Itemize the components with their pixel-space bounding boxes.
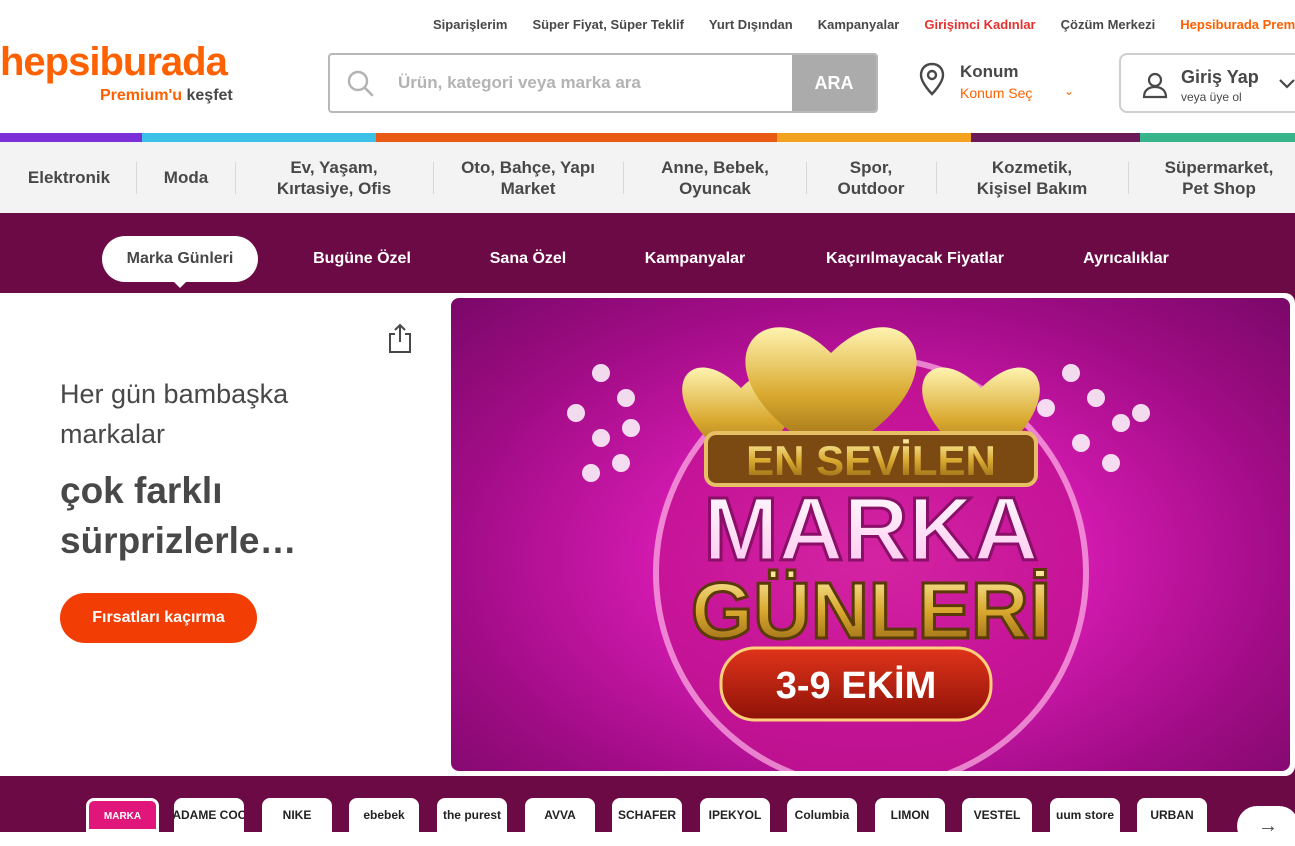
divider: [433, 162, 434, 194]
hero-cta-button[interactable]: Fırsatları kaçırma: [60, 593, 257, 643]
brand-tile[interactable]: Columbia: [787, 798, 857, 832]
location-selector[interactable]: Konum Konum Seç ⌄: [918, 62, 1074, 101]
tab-bugune-ozel[interactable]: Bugüne Özel: [292, 236, 432, 282]
toplink-help-center[interactable]: Çözüm Merkezi: [1061, 17, 1156, 32]
category-sport[interactable]: Spor, Outdoor: [810, 142, 932, 213]
login-button[interactable]: Giriş Yap veya üye ol: [1119, 53, 1295, 113]
toplink-orders[interactable]: Siparişlerim: [433, 17, 507, 32]
search-input[interactable]: [390, 55, 792, 111]
colorbar-segment: [1140, 133, 1295, 142]
search-button[interactable]: ARA: [792, 55, 876, 111]
brand-strip: MARKA MADAME COCO NIKE ebebek the purest…: [0, 798, 1295, 832]
toplink-super-price[interactable]: Süper Fiyat, Süper Teklif: [532, 17, 683, 32]
toplink-women-entrepreneurs[interactable]: Girişimci Kadınlar: [924, 17, 1035, 32]
brand-tile[interactable]: the purest: [437, 798, 507, 832]
premium-link[interactable]: Premium'u keşfet: [100, 87, 233, 105]
divider: [235, 162, 236, 194]
banner-dates: 3-9 EKİM: [776, 665, 936, 707]
site-logo[interactable]: hepsiburada: [0, 40, 228, 84]
category-auto[interactable]: Oto, Bahçe, Yapı Market: [438, 142, 618, 213]
banner-line3: GÜNLERİ: [691, 566, 1051, 655]
arrow-right-icon: →: [1258, 814, 1278, 837]
premium-rest: keşfet: [186, 87, 233, 104]
category-color-bar: [0, 133, 1295, 142]
category-electronics[interactable]: Elektronik: [14, 142, 124, 213]
login-title: Giriş Yap: [1181, 67, 1259, 87]
toplink-premium[interactable]: Hepsiburada Premium: [1180, 17, 1295, 32]
location-subtitle: Konum Seç: [960, 85, 1033, 101]
toplink-campaigns[interactable]: Kampanyalar: [818, 17, 900, 32]
share-icon[interactable]: [387, 322, 413, 359]
category-supermarket[interactable]: Süpermarket, Pet Shop: [1134, 142, 1295, 213]
brand-tile[interactable]: SCHAFER: [612, 798, 682, 832]
brand-tile[interactable]: NIKE: [262, 798, 332, 832]
colorbar-segment: [777, 133, 971, 142]
brand-tile[interactable]: uum store: [1050, 798, 1120, 832]
colorbar-segment: [376, 133, 777, 142]
hero-banner-image[interactable]: EN SEVİLEN MARKA GÜNLERİ 3-9 EKİM: [451, 298, 1290, 771]
brand-tile[interactable]: LIMON: [875, 798, 945, 832]
tab-ayricaliklar[interactable]: Ayrıcalıklar: [1064, 236, 1188, 282]
category-cosmetics[interactable]: Kozmetik, Kişisel Bakım: [940, 142, 1124, 213]
tab-kampanyalar[interactable]: Kampanyalar: [627, 236, 763, 282]
divider: [623, 162, 624, 194]
login-subtitle: veya üye ol: [1181, 90, 1242, 104]
brand-tile[interactable]: VESTEL: [962, 798, 1032, 832]
tab-kacirilmayacak-fiyatlar[interactable]: Kaçırılmayacak Fiyatlar: [806, 236, 1024, 282]
chevron-down-icon: ⌄: [1064, 84, 1075, 98]
brand-tile[interactable]: MARKA: [86, 798, 159, 832]
divider: [936, 162, 937, 194]
category-fashion[interactable]: Moda: [140, 142, 232, 213]
brand-tile[interactable]: MADAME COCO: [174, 798, 244, 832]
tab-marka-gunleri[interactable]: Marka Günleri: [102, 236, 258, 288]
banner-line1: EN SEVİLEN: [746, 437, 996, 484]
hero-title: çok farklı sürprizlerle…: [60, 470, 297, 561]
banner-line2: MARKA: [704, 480, 1039, 580]
category-nav: Elektronik Moda Ev, Yaşam, Kırtasiye, Of…: [0, 142, 1295, 213]
tab-sana-ozel[interactable]: Sana Özel: [470, 236, 586, 282]
location-title: Konum: [960, 62, 1019, 81]
location-pin-icon: [918, 62, 946, 101]
chevron-down-icon: [1277, 73, 1295, 98]
top-links: Siparişlerim Süper Fiyat, Süper Teklif Y…: [433, 17, 1295, 32]
category-baby[interactable]: Anne, Bebek, Oyuncak: [628, 142, 802, 213]
colorbar-segment: [0, 133, 142, 142]
toplink-abroad[interactable]: Yurt Dışından: [709, 17, 793, 32]
hero-tabs: Marka Günleri Bugüne Özel Sana Özel Kamp…: [0, 236, 1295, 288]
next-arrow-button[interactable]: →: [1237, 806, 1295, 846]
brand-tile[interactable]: IPEKYOL: [700, 798, 770, 832]
brand-tile[interactable]: URBAN: [1137, 798, 1207, 832]
premium-accent: Premium'u: [100, 87, 183, 104]
colorbar-segment: [142, 133, 376, 142]
divider: [806, 162, 807, 194]
search-icon: [330, 55, 390, 111]
brand-tile[interactable]: AVVA: [525, 798, 595, 832]
divider: [1128, 162, 1129, 194]
category-home[interactable]: Ev, Yaşam, Kırtasiye, Ofis: [240, 142, 428, 213]
search-bar: ARA: [328, 53, 878, 113]
colorbar-segment: [971, 133, 1140, 142]
divider: [136, 162, 137, 194]
brand-tile[interactable]: ebebek: [349, 798, 419, 832]
banner-artwork: EN SEVİLEN MARKA GÜNLERİ 3-9 EKİM: [567, 327, 1150, 771]
hero-subtitle: Her gün bambaşka markalar: [60, 379, 289, 449]
user-icon: [1141, 71, 1169, 104]
